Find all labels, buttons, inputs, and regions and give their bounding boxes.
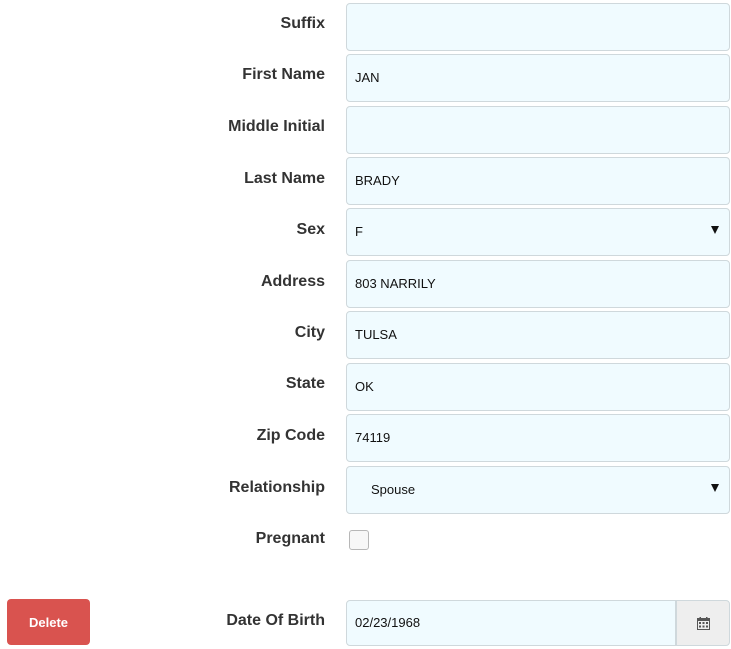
date-of-birth-label: Date Of Birth [226,612,325,629]
sex-label: Sex [296,221,325,238]
address-input[interactable]: 803 NARRILY [346,260,730,308]
date-of-birth-value: 02/23/1968 [355,615,421,630]
middle-initial-input[interactable] [346,106,730,154]
zip-code-value: 74119 [355,430,391,445]
city-label: City [294,324,325,341]
city-input[interactable]: TULSA [346,311,730,359]
delete-button[interactable]: Delete [7,599,90,645]
state-value: OK [355,379,374,394]
first-name-value: JAN [355,70,380,85]
relationship-label: Relationship [228,479,325,496]
relationship-select[interactable]: Spouse [346,466,730,514]
zip-code-label: Zip Code [256,427,325,444]
zip-code-input[interactable]: 74119 [346,414,730,462]
caret-down-icon [711,484,719,492]
last-name-label: Last Name [244,170,325,187]
middle-initial-label: Middle Initial [228,118,325,135]
caret-down-icon [711,226,719,234]
state-label: State [285,375,325,392]
calendar-icon [697,617,710,630]
suffix-label: Suffix [280,15,325,32]
relationship-value: Spouse [371,482,416,497]
date-of-birth-input[interactable]: 02/23/1968 [346,600,676,646]
patient-form: Suffix First Name JAN Middle Initial Las… [0,0,731,649]
calendar-button[interactable] [676,600,730,646]
sex-select[interactable]: F [346,208,730,256]
state-input[interactable]: OK [346,363,730,411]
city-value: TULSA [355,327,397,342]
sex-value: F [355,224,363,239]
suffix-input[interactable] [346,3,730,51]
first-name-label: First Name [242,66,325,83]
pregnant-checkbox[interactable] [349,530,369,550]
pregnant-label: Pregnant [255,530,325,547]
first-name-input[interactable]: JAN [346,54,730,102]
last-name-input[interactable]: BRADY [346,157,730,205]
address-label: Address [260,273,325,290]
last-name-value: BRADY [355,173,400,188]
address-value: 803 NARRILY [355,276,436,291]
